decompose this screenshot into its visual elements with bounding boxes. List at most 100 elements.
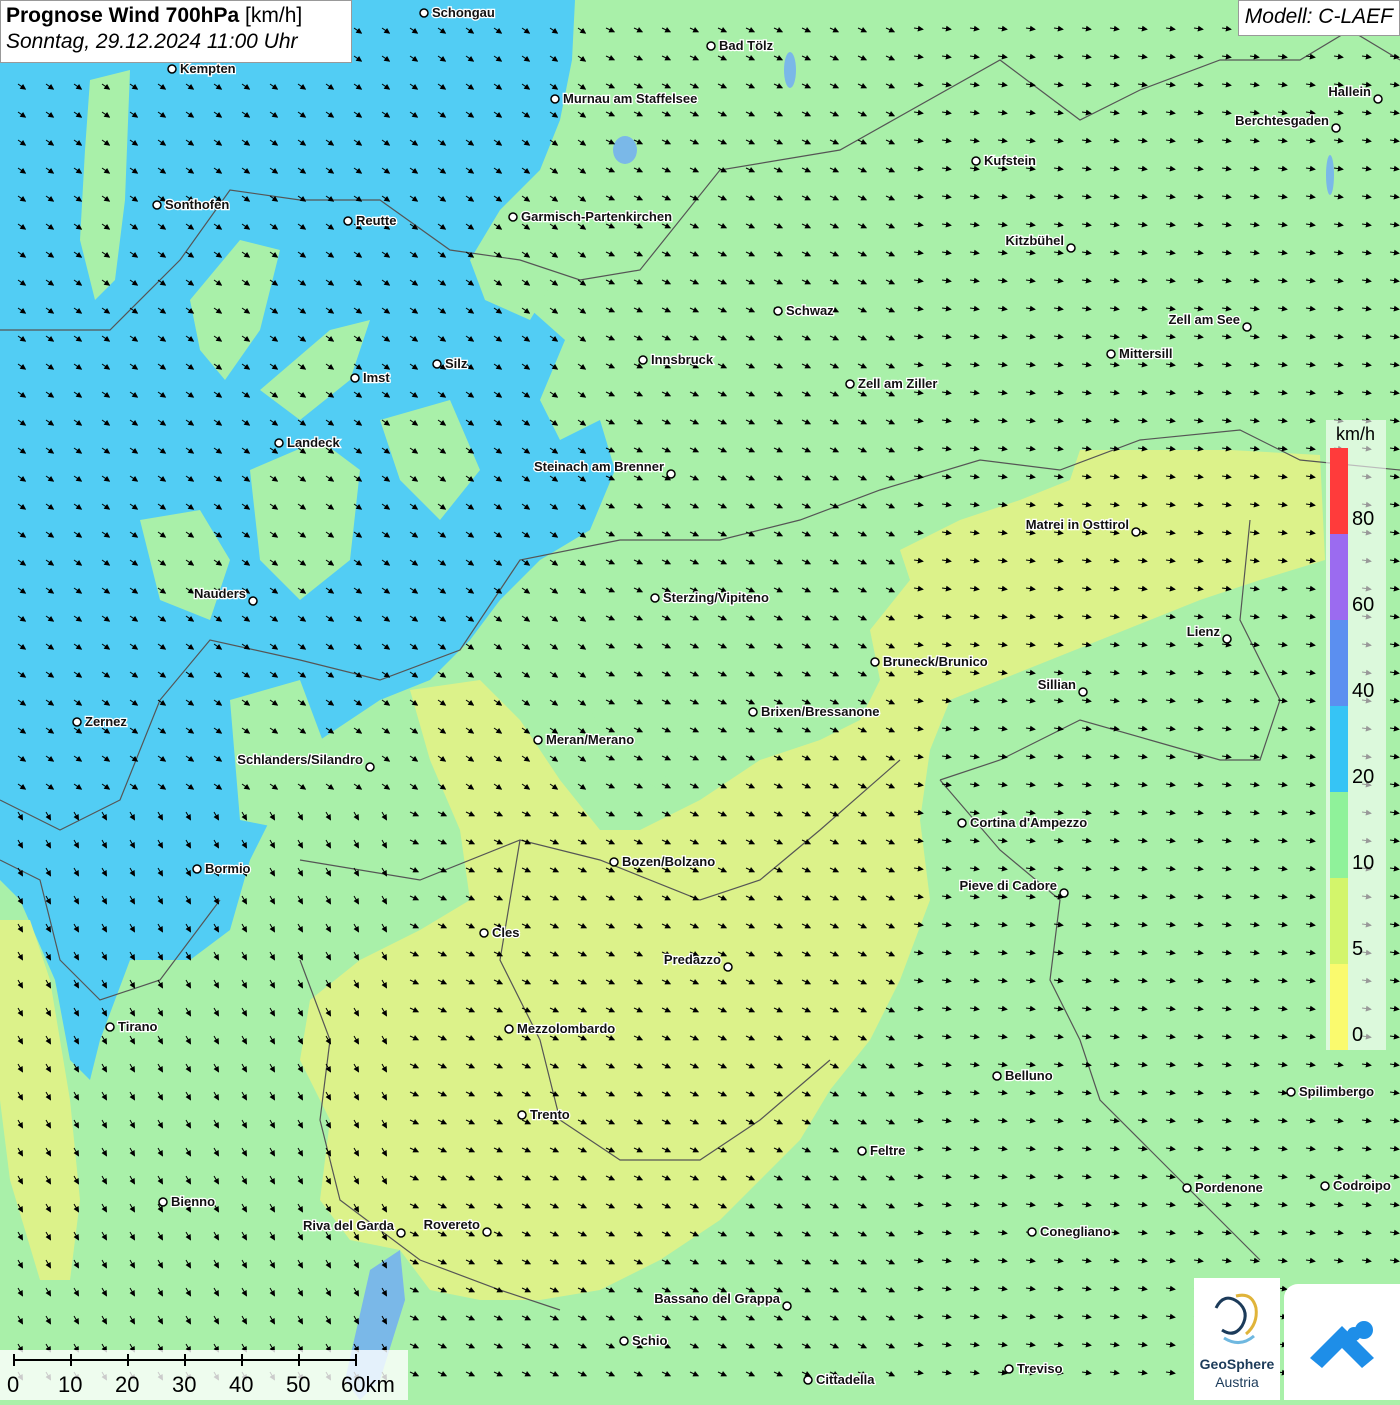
city-dot[interactable] <box>533 735 543 745</box>
city-dot[interactable] <box>609 857 619 867</box>
city-dot[interactable] <box>350 373 360 383</box>
city-dot[interactable] <box>1182 1183 1192 1193</box>
city-label: Belluno <box>1005 1068 1053 1083</box>
city-dot[interactable] <box>706 41 716 51</box>
scale-label-0: 0 <box>7 1372 20 1397</box>
city-label: Cittadella <box>816 1372 875 1387</box>
city-dot[interactable] <box>343 216 353 226</box>
city-dot[interactable] <box>550 94 560 104</box>
legend-label-20: 20 <box>1352 766 1375 788</box>
city-label: Matrei in Osttirol <box>1026 517 1129 532</box>
city-dot[interactable] <box>748 707 758 717</box>
city-label: Zell am Ziller <box>858 376 937 391</box>
city-label: Zernez <box>85 714 127 729</box>
city-label: Cles <box>492 925 519 940</box>
city-dot[interactable] <box>1131 527 1141 537</box>
city-dot[interactable] <box>158 1197 168 1207</box>
city-dot[interactable] <box>773 306 783 316</box>
city-dot[interactable] <box>1027 1227 1037 1237</box>
city-dot[interactable] <box>1004 1364 1014 1374</box>
city-dot[interactable] <box>845 379 855 389</box>
city-dot[interactable] <box>504 1024 514 1034</box>
city-dot[interactable] <box>803 1375 813 1385</box>
scale-label-40: 40 <box>229 1372 254 1397</box>
city-dot[interactable] <box>1320 1181 1330 1191</box>
city-dot[interactable] <box>971 156 981 166</box>
city-label: Feltre <box>870 1143 905 1158</box>
legend-swatch-5 <box>1330 878 1348 964</box>
city-label: Bruneck/Brunico <box>883 654 988 669</box>
geosphere-logo[interactable]: GeoSphere Austria <box>1194 1278 1280 1400</box>
legend-swatch-60 <box>1330 534 1348 620</box>
city-label: Riva del Garda <box>303 1218 395 1233</box>
city-dot[interactable] <box>650 593 660 603</box>
city-dot[interactable] <box>1059 888 1069 898</box>
app-logo[interactable] <box>1284 1284 1400 1400</box>
city-dot[interactable] <box>432 359 442 369</box>
city-dot[interactable] <box>1078 687 1088 697</box>
city-dot[interactable] <box>152 200 162 210</box>
city-dot[interactable] <box>517 1110 527 1120</box>
city-label: Mezzolombardo <box>517 1021 615 1036</box>
city-label: Lienz <box>1187 624 1221 639</box>
city-label: Predazzo <box>664 952 721 967</box>
city-dot[interactable] <box>782 1301 792 1311</box>
city-dot[interactable] <box>482 1227 492 1237</box>
city-dot[interactable] <box>419 8 429 18</box>
city-dot[interactable] <box>992 1071 1002 1081</box>
color-legend: km/h 80 60 40 20 10 5 0 <box>1326 420 1386 1050</box>
city-dot[interactable] <box>192 864 202 874</box>
city-dot[interactable] <box>479 928 489 938</box>
legend-label-10: 10 <box>1352 852 1375 874</box>
city-label: Bienno <box>171 1194 215 1209</box>
city-label: Bassano del Grappa <box>654 1291 780 1306</box>
geosphere-sub: Austria <box>1215 1374 1259 1390</box>
city-dot[interactable] <box>870 657 880 667</box>
city-dot[interactable] <box>396 1228 406 1238</box>
city-label: Bad Tölz <box>719 38 774 53</box>
city-dot[interactable] <box>1222 634 1232 644</box>
city-dot[interactable] <box>1373 94 1383 104</box>
city-label: Kempten <box>180 61 236 76</box>
city-label: Mittersill <box>1119 346 1172 361</box>
city-label: Schongau <box>432 5 495 20</box>
city-dot[interactable] <box>619 1336 629 1346</box>
scale-label-10: 10 <box>58 1372 83 1397</box>
legend-swatch-80 <box>1330 448 1348 534</box>
city-dot[interactable] <box>857 1146 867 1156</box>
city-dot[interactable] <box>508 212 518 222</box>
city-dot[interactable] <box>1066 243 1076 253</box>
legend-label-80: 80 <box>1352 508 1375 530</box>
city-dot[interactable] <box>365 762 375 772</box>
map-title: Prognose Wind 700hPa [km/h] <box>6 4 346 28</box>
city-label: Trento <box>530 1107 570 1122</box>
city-label: Brixen/Bressanone <box>761 704 880 719</box>
city-label: Treviso <box>1017 1361 1063 1376</box>
city-dot[interactable] <box>1286 1087 1296 1097</box>
legend-swatch-0 <box>1330 964 1348 1050</box>
city-dot[interactable] <box>105 1022 115 1032</box>
city-dot[interactable] <box>666 469 676 479</box>
city-label: Cortina d'Ampezzo <box>970 815 1087 830</box>
city-dot[interactable] <box>638 355 648 365</box>
scale-label-50: 50 <box>286 1372 311 1397</box>
city-label: Bozen/Bolzano <box>622 854 715 869</box>
city-dot[interactable] <box>723 962 733 972</box>
city-label: Conegliano <box>1040 1224 1111 1239</box>
city-label: Spilimbergo <box>1299 1084 1374 1099</box>
city-dot[interactable] <box>72 717 82 727</box>
city-dot[interactable] <box>274 438 284 448</box>
city-dot[interactable] <box>1106 349 1116 359</box>
city-dot[interactable] <box>1242 322 1252 332</box>
legend-swatch-10 <box>1330 792 1348 878</box>
city-dot[interactable] <box>248 596 258 606</box>
city-dot[interactable] <box>957 818 967 828</box>
legend-unit: km/h <box>1336 424 1376 444</box>
city-label: Schwaz <box>786 303 834 318</box>
city-dot[interactable] <box>167 64 177 74</box>
city-label: Nauders <box>194 586 246 601</box>
city-dot[interactable] <box>1331 123 1341 133</box>
city-label: Murnau am Staffelsee <box>563 91 697 106</box>
scale-bar: 0 10 20 30 40 50 60km <box>0 1350 408 1400</box>
geosphere-name: GeoSphere <box>1199 1356 1275 1372</box>
